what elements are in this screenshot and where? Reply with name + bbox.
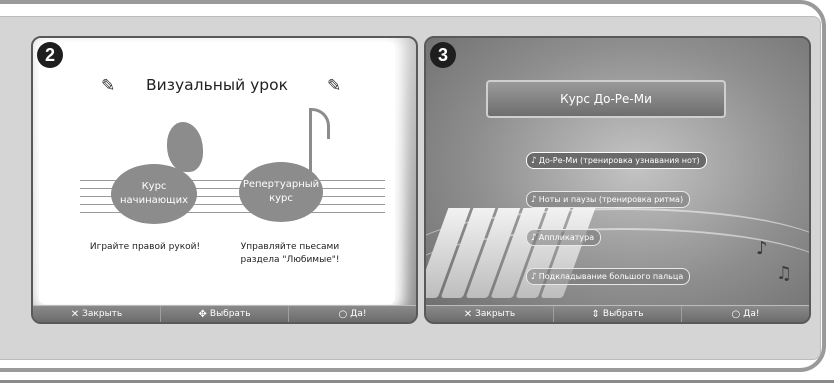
beginner-caption: Играйте правой рукой! xyxy=(89,242,201,252)
select-button[interactable]: ⇕ Выбрать xyxy=(554,306,682,322)
select-label: Выбрать xyxy=(209,309,251,319)
music-note-icon: ♪ xyxy=(531,233,537,243)
control-bar: ✕ Закрыть ✥ Выбрать ○ Да! xyxy=(33,305,416,322)
step-number: 3 xyxy=(430,42,456,68)
dpad-icon: ✥ xyxy=(198,308,207,320)
dpad-icon: ⇕ xyxy=(591,308,600,320)
lesson-card: ✎ Визуальный урок ✎ Курс начинающих Репе… xyxy=(39,42,395,304)
menu-item-thumb-under[interactable]: ♪ Подкладывание большого пальца xyxy=(526,268,691,285)
screen-do-re-mi-course: ♪ ♫ 3 Курс До-Ре-Ми ♪ До-Ре-Ми (тренировк… xyxy=(424,36,811,324)
control-bar: ✕ Закрыть ⇕ Выбрать ○ Да! xyxy=(426,305,809,322)
ok-button[interactable]: ○ Да! xyxy=(289,306,416,322)
music-note-icon: ♪ xyxy=(531,272,537,282)
menu-item-fingering[interactable]: ♪ Аппликатура xyxy=(526,229,602,246)
menu-item-label: До-Ре-Ми (тренировка узнавания нот) xyxy=(538,156,700,165)
beginner-course-button[interactable]: Курс начинающих xyxy=(111,164,197,224)
close-button[interactable]: ✕ Закрыть xyxy=(33,306,161,322)
menu-item-note-recognition[interactable]: ♪ До-Ре-Ми (тренировка узнавания нот) xyxy=(526,152,707,169)
ok-label: Да! xyxy=(743,309,760,319)
repertoire-course-label: Репертуарный курс xyxy=(242,179,320,204)
course-title: Курс До-Ре-Ми xyxy=(560,92,652,106)
repertoire-caption: Управляйте пьесами раздела "Любимые"! xyxy=(240,242,340,265)
music-note-icon: ♪ xyxy=(756,238,768,259)
x-icon: ✕ xyxy=(463,308,473,320)
close-label: Закрыть xyxy=(475,309,516,319)
menu-item-label: Ноты и паузы (тренировка ритма) xyxy=(538,195,684,204)
menu-item-rhythm[interactable]: ♪ Ноты и паузы (тренировка ритма) xyxy=(526,191,691,208)
ok-button[interactable]: ○ Да! xyxy=(682,306,809,322)
ok-label: Да! xyxy=(350,309,367,319)
beginner-course-label: Курс начинающих xyxy=(120,181,188,206)
note-flag xyxy=(309,108,330,139)
select-button[interactable]: ✥ Выбрать xyxy=(161,306,289,322)
pencil-icon: ✎ xyxy=(327,76,342,96)
circle-icon: ○ xyxy=(731,308,741,320)
select-label: Выбрать xyxy=(602,309,644,319)
menu-item-label: Аппликатура xyxy=(538,233,595,242)
step-number: 2 xyxy=(37,42,63,68)
close-label: Закрыть xyxy=(82,309,123,319)
screen-visual-lesson: 2 ✎ Визуальный урок ✎ Курс начинающих Ре… xyxy=(31,36,418,324)
close-button[interactable]: ✕ Закрыть xyxy=(426,306,554,322)
x-icon: ✕ xyxy=(70,308,80,320)
course-header: Курс До-Ре-Ми xyxy=(486,80,726,118)
circle-icon: ○ xyxy=(338,308,348,320)
screen-title: Визуальный урок xyxy=(146,76,288,94)
music-note-icon: ♪ xyxy=(531,156,537,166)
bottom-rule xyxy=(0,380,834,383)
note-shape xyxy=(167,122,203,172)
music-note-icon: ♫ xyxy=(776,263,793,284)
repertoire-course-button[interactable]: Репертуарный курс xyxy=(239,162,323,222)
menu-item-label: Подкладывание большого пальца xyxy=(538,272,684,281)
music-note-icon: ♪ xyxy=(531,195,537,205)
